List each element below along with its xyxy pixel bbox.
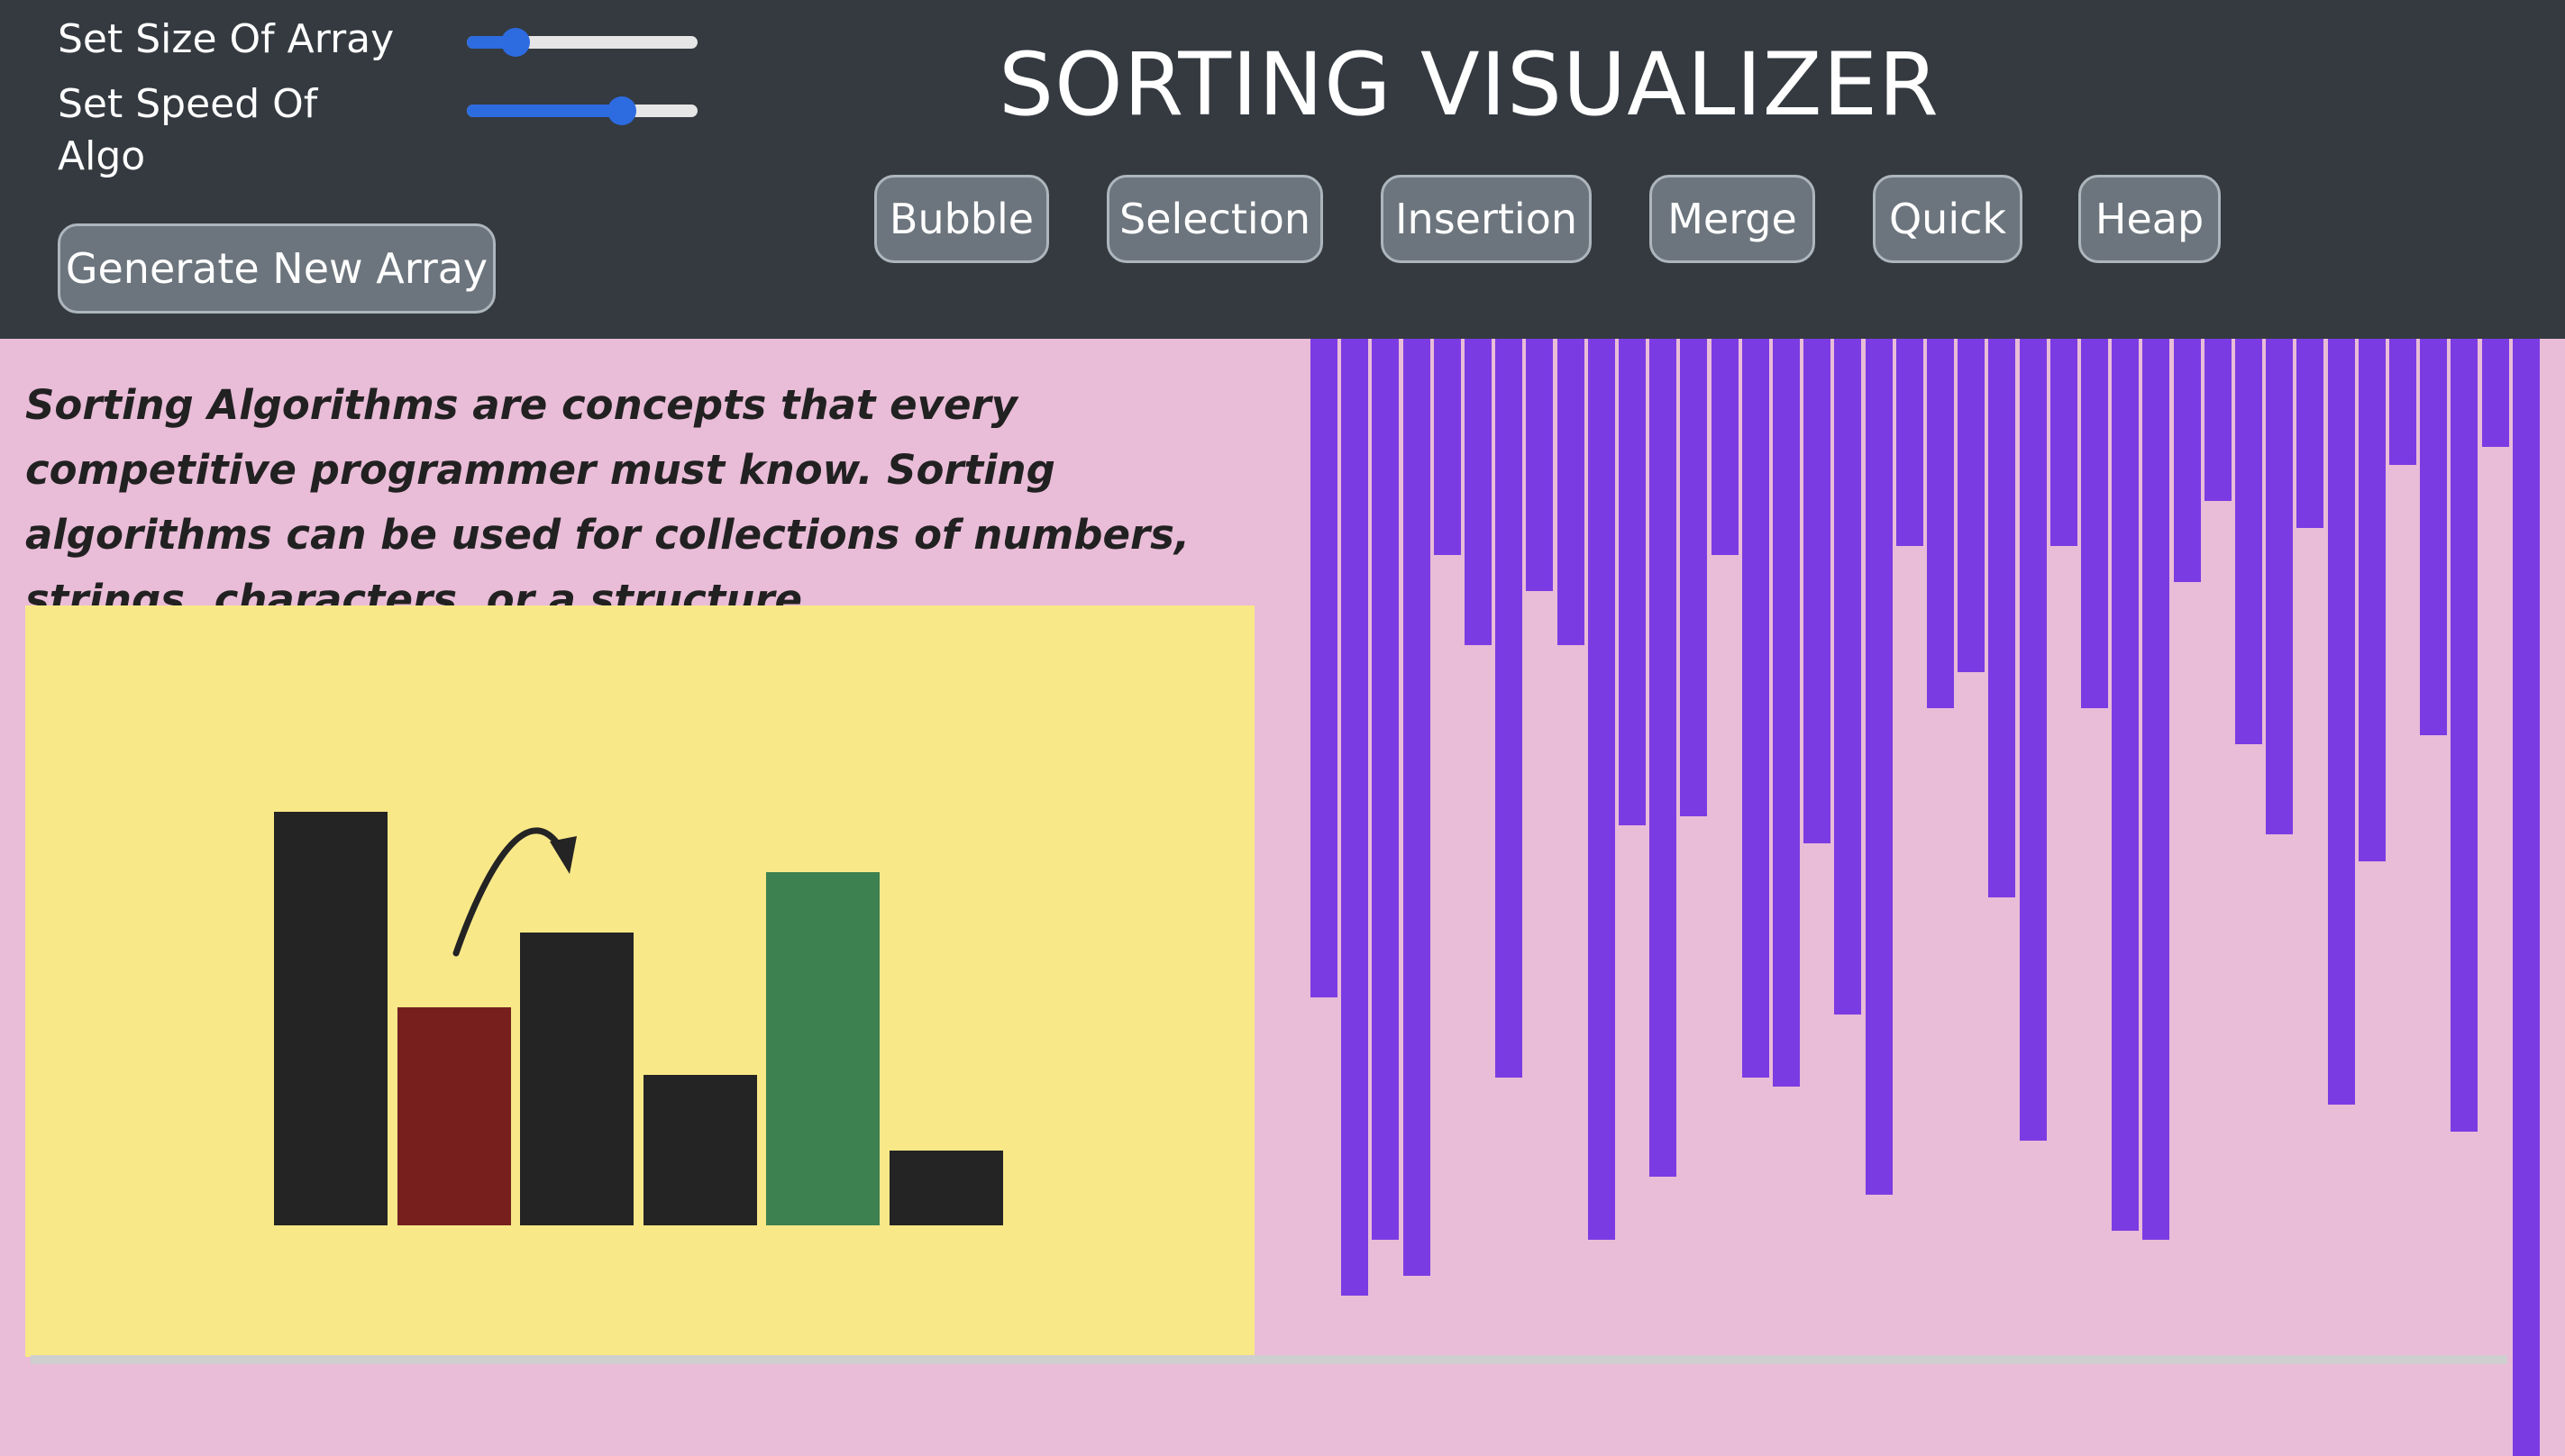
bubble-sort-button[interactable]: Bubble	[874, 175, 1049, 263]
array-bar	[1495, 339, 1522, 1078]
array-bar	[1310, 339, 1337, 997]
sorting-description: Sorting Algorithms are concepts that eve…	[25, 381, 1191, 623]
insertion-sort-button[interactable]: Insertion	[1381, 175, 1592, 263]
array-bar	[2451, 339, 2478, 1132]
array-bar	[2328, 339, 2355, 1105]
top-navbar: Set Size Of Array Set Speed Of Algo Gene…	[0, 0, 2565, 339]
array-bar	[2112, 339, 2139, 1231]
algo-speed-slider[interactable]	[467, 96, 698, 125]
size-slider-label: Set Size Of Array	[58, 16, 395, 62]
array-bar	[2482, 339, 2509, 447]
array-bar	[2513, 339, 2540, 1456]
illustration-bar	[520, 933, 634, 1225]
sorting-illustration-graphic	[274, 812, 1003, 1225]
sorting-illustration	[25, 605, 1255, 1357]
array-bars-container	[1310, 339, 2565, 1456]
array-bar	[2389, 339, 2416, 465]
array-bar	[1434, 339, 1461, 555]
array-bar	[1465, 339, 1492, 645]
illustration-bar	[644, 1075, 757, 1225]
algo-speed-slider-fill	[467, 105, 622, 117]
illustration-bar	[274, 812, 388, 1225]
array-bar	[1803, 339, 1830, 843]
array-bar	[2050, 339, 2077, 546]
array-size-slider-thumb[interactable]	[501, 28, 530, 57]
array-bar	[2359, 339, 2386, 861]
algo-speed-slider-thumb[interactable]	[607, 96, 636, 125]
speed-slider-label-line2: Algo	[58, 133, 146, 179]
array-bar	[1896, 339, 1923, 546]
illustration-bar	[766, 872, 880, 1225]
array-bar	[2420, 339, 2447, 735]
horizontal-scrollbar[interactable]	[31, 1355, 2507, 1364]
array-bar	[1372, 339, 1399, 1240]
array-bar	[1834, 339, 1861, 1015]
array-bar	[1526, 339, 1553, 591]
array-bar	[1742, 339, 1769, 1078]
array-bar	[1927, 339, 1954, 708]
array-bar	[2266, 339, 2293, 834]
array-bar	[1773, 339, 1800, 1087]
array-bar	[2174, 339, 2201, 582]
merge-sort-button[interactable]: Merge	[1649, 175, 1815, 263]
heap-sort-button[interactable]: Heap	[2078, 175, 2221, 263]
array-bar	[1649, 339, 1676, 1177]
array-bar	[2235, 339, 2262, 744]
illustration-bar	[397, 1007, 511, 1225]
array-bar	[2142, 339, 2169, 1240]
speed-slider-label-line1: Set Speed Of	[58, 81, 318, 127]
illustration-bar	[890, 1151, 1003, 1225]
array-bar	[1680, 339, 1707, 816]
page-title: SORTING VISUALIZER	[999, 34, 1940, 135]
selection-sort-button[interactable]: Selection	[1107, 175, 1323, 263]
swap-arrowhead-icon	[550, 836, 577, 874]
array-bar	[1341, 339, 1368, 1296]
array-bar	[1712, 339, 1739, 555]
array-bar	[1588, 339, 1615, 1240]
array-bar	[2204, 339, 2232, 501]
array-bar	[1866, 339, 1893, 1195]
array-bar	[1557, 339, 1584, 645]
array-bar	[1403, 339, 1430, 1276]
array-bar	[2020, 339, 2047, 1141]
array-bar	[1988, 339, 2015, 897]
array-bar	[2081, 339, 2108, 708]
generate-new-array-button[interactable]: Generate New Array	[58, 223, 496, 314]
array-bar	[2296, 339, 2323, 528]
quick-sort-button[interactable]: Quick	[1873, 175, 2022, 263]
array-size-slider[interactable]	[467, 28, 698, 57]
array-bar	[1619, 339, 1646, 825]
array-bar	[1958, 339, 1985, 672]
